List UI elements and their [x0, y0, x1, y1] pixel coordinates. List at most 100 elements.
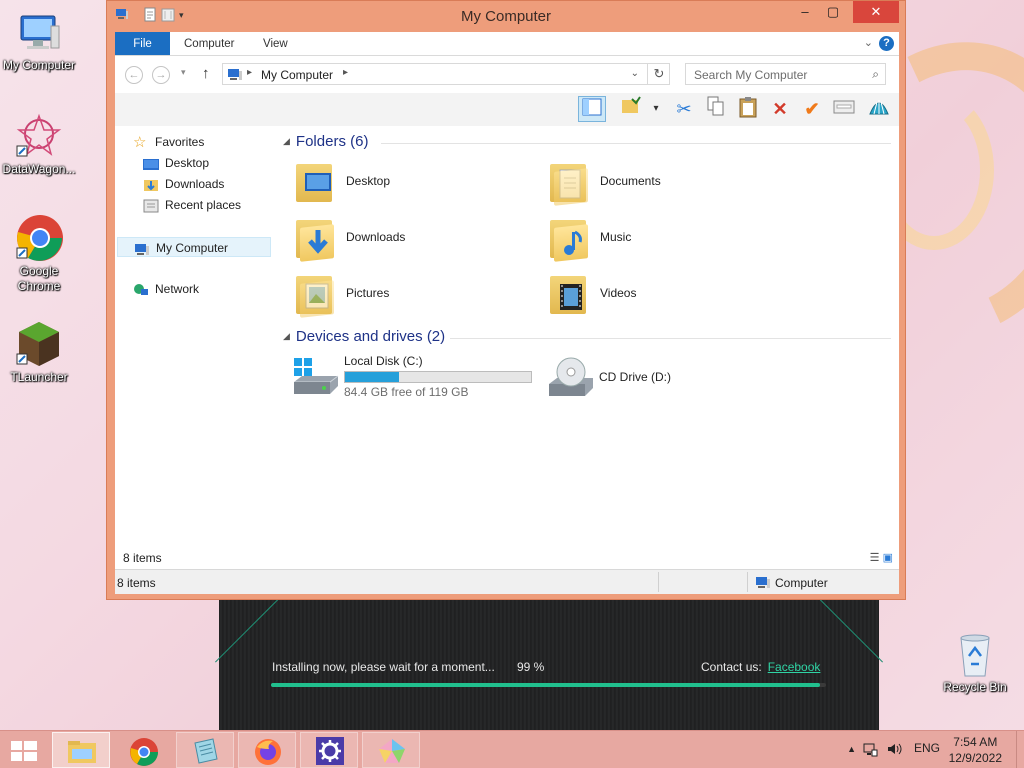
items-count: 8 items: [123, 551, 162, 565]
language-indicator[interactable]: ENG: [914, 741, 940, 755]
rename-check-icon[interactable]: ✔: [798, 96, 826, 122]
folder-label: Downloads: [346, 230, 406, 244]
taskbar-notebook-app[interactable]: [176, 732, 234, 768]
minimize-button[interactable]: ‒: [791, 1, 819, 23]
close-button[interactable]: ✕: [853, 1, 899, 23]
taskbar-firefox[interactable]: [238, 732, 296, 768]
folder-music-icon: [548, 216, 590, 262]
tab-file[interactable]: File: [115, 32, 170, 55]
recent-locations-icon[interactable]: ▾: [181, 67, 186, 78]
status-zone: Computer: [755, 576, 828, 592]
address-bar[interactable]: ▸ My Computer ▸ ⌄: [222, 63, 670, 85]
search-icon[interactable]: ⌕: [872, 67, 879, 82]
folder-downloads[interactable]: Downloads: [294, 214, 514, 264]
forward-button[interactable]: →: [152, 66, 170, 84]
delete-icon[interactable]: ✕: [766, 96, 794, 122]
nav-item-network[interactable]: Network: [133, 279, 199, 299]
address-row: ← → ▾ ↑ ▸ My Computer ▸ ⌄ ↻ Search My Co…: [115, 56, 899, 93]
install-percent: 99 %: [517, 660, 545, 674]
folder-videos[interactable]: Videos: [548, 270, 768, 320]
network-tray-icon[interactable]: [862, 741, 878, 760]
copy-icon[interactable]: [702, 96, 730, 122]
taskbar-settings[interactable]: [300, 732, 358, 768]
up-button[interactable]: ↑: [202, 65, 210, 82]
computer-icon: [227, 68, 243, 81]
cut-icon[interactable]: ✂: [670, 96, 698, 122]
file-explorer-icon: [67, 737, 97, 765]
nav-label: Desktop: [165, 156, 210, 170]
desktop-icon: [143, 157, 159, 171]
paste-icon[interactable]: [734, 96, 762, 122]
nav-item-my-computer[interactable]: My Computer: [117, 237, 271, 257]
folders-section-header[interactable]: ◢ Folders (6): [283, 133, 368, 153]
volume-icon[interactable]: [886, 741, 902, 760]
drive-cd-d[interactable]: CD Drive (D:): [547, 354, 767, 404]
tlauncher-icon: [15, 320, 63, 368]
desktop-icon-recycle-bin[interactable]: Recycle Bin: [936, 630, 1014, 695]
status-item-count: 8 items: [117, 576, 156, 590]
refresh-button[interactable]: ↻: [647, 63, 670, 85]
start-button[interactable]: [9, 739, 39, 763]
chrome-icon: [129, 737, 159, 766]
nav-item-downloads[interactable]: Downloads: [143, 174, 224, 194]
drive-usage-bar: [344, 371, 532, 383]
desktop-icon-label: Google Chrome: [17, 264, 61, 293]
drives-section-header[interactable]: ◢ Devices and drives (2): [283, 328, 445, 348]
facebook-link[interactable]: Facebook: [768, 660, 821, 674]
show-hidden-icons[interactable]: ▲: [847, 744, 856, 754]
section-divider: [381, 143, 891, 144]
cd-drive-icon: [547, 356, 593, 400]
clock-date: 12/9/2022: [948, 751, 1002, 765]
desktop-icon-label: TLauncher: [10, 370, 68, 384]
large-icons-view-icon[interactable]: ▣: [883, 552, 893, 564]
drive-label: Local Disk (C:): [344, 354, 423, 368]
tab-computer[interactable]: Computer: [172, 32, 247, 55]
firefox-icon: [253, 737, 283, 765]
desktop-icon-my-computer[interactable]: My Computer: [0, 8, 78, 73]
search-input[interactable]: Search My Computer ⌕: [685, 63, 886, 85]
install-message: Installing now, please wait for a moment…: [272, 660, 495, 674]
taskbar-installer-app[interactable]: [362, 732, 420, 768]
downloads-icon: [143, 178, 159, 192]
taskbar-file-explorer[interactable]: [52, 732, 110, 768]
address-dropdown-icon[interactable]: ⌄: [631, 68, 639, 79]
folder-desktop[interactable]: Desktop: [294, 158, 514, 208]
nav-label: My Computer: [156, 241, 229, 255]
hard-drive-icon: [292, 354, 339, 398]
folder-desktop-icon: [294, 160, 336, 204]
navigation-pane-icon[interactable]: [578, 96, 606, 122]
folder-label: Desktop: [346, 174, 391, 188]
expand-ribbon-icon[interactable]: ⌄: [864, 36, 873, 49]
installer-app-icon: [377, 737, 407, 765]
help-icon[interactable]: ?: [879, 36, 894, 51]
title-bar[interactable]: ▾ My Computer ‒ ▢ ✕: [107, 1, 905, 31]
shell-icon[interactable]: [865, 96, 893, 122]
desktop-icon-google-chrome[interactable]: Google Chrome: [0, 214, 78, 294]
folder-label: Documents: [600, 174, 661, 188]
decor-line: [818, 598, 883, 663]
tab-view[interactable]: View: [251, 32, 300, 55]
nav-item-desktop[interactable]: Desktop: [143, 153, 209, 173]
folder-options-icon[interactable]: [617, 96, 645, 122]
properties-dialog-icon[interactable]: [830, 96, 858, 122]
clock[interactable]: 7:54 AM 12/9/2022: [949, 734, 1002, 766]
nav-item-favorites[interactable]: ☆ Favorites: [133, 132, 204, 152]
desktop-icon-datawagon[interactable]: DataWagon...: [0, 112, 78, 177]
details-view-icon[interactable]: ☰: [870, 552, 880, 564]
back-button[interactable]: ←: [125, 66, 143, 84]
desktop-icon-tlauncher[interactable]: TLauncher: [0, 320, 78, 385]
install-progress-fill: [271, 683, 821, 687]
chevron-down-icon[interactable]: ▾: [649, 96, 663, 122]
show-desktop-button[interactable]: [1016, 731, 1024, 768]
maximize-button[interactable]: ▢: [819, 1, 847, 23]
window-title: My Computer: [460, 8, 552, 25]
taskbar-chrome[interactable]: [114, 732, 172, 768]
folder-pictures[interactable]: Pictures: [294, 270, 514, 320]
chevron-right-icon[interactable]: ▸: [343, 67, 348, 78]
folder-documents[interactable]: Documents: [548, 158, 768, 208]
nav-item-recent-places[interactable]: Recent places: [143, 195, 241, 215]
folder-music[interactable]: Music: [548, 214, 768, 264]
computer-icon: [15, 8, 63, 56]
status-zone-label: Computer: [775, 576, 828, 591]
folder-documents-icon: [548, 160, 590, 206]
